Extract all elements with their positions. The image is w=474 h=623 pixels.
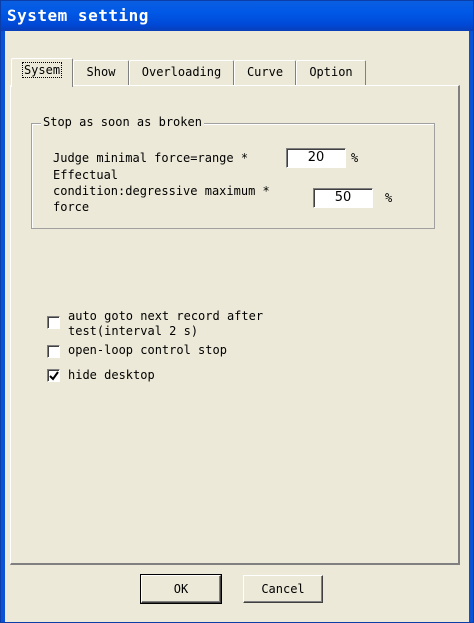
tab-sysem[interactable]: Sysem	[11, 58, 73, 87]
effectual-label-line2: condition:degressive maximum *	[53, 184, 270, 198]
groupbox-title: Stop as soon as broken	[41, 115, 204, 129]
auto-goto-next-checkbox[interactable]	[47, 316, 60, 329]
judge-force-input[interactable]: 20	[286, 148, 346, 168]
window-left-border	[1, 31, 5, 622]
tab-overloading[interactable]: Overloading	[129, 60, 234, 85]
tab-option[interactable]: Option	[296, 60, 366, 85]
effectual-label-line3: force	[53, 200, 90, 214]
hide-desktop-checkbox[interactable]	[47, 369, 60, 382]
hide-desktop-label: hide desktop	[68, 368, 155, 382]
window-title: System setting	[1, 1, 473, 31]
system-setting-dialog: System setting Sysem Show Overloading Cu…	[0, 0, 474, 623]
auto-goto-next-label-line1: auto goto next record after	[68, 309, 264, 323]
effectual-force-unit: %	[385, 191, 393, 205]
checkmark-icon	[49, 371, 59, 381]
window-right-border	[469, 31, 473, 622]
tab-show[interactable]: Show	[73, 60, 129, 85]
cancel-button[interactable]: Cancel	[243, 575, 323, 603]
judge-force-label: Judge minimal force=range *	[53, 151, 249, 165]
auto-goto-next-label-line2: test(interval 2 s)	[68, 324, 199, 338]
judge-force-unit: %	[351, 151, 359, 165]
ok-button[interactable]: OK	[140, 574, 222, 604]
open-loop-stop-checkbox[interactable]	[47, 345, 60, 358]
effectual-force-input[interactable]: 50	[313, 188, 373, 208]
effectual-label-line1: Effectual	[53, 168, 119, 182]
open-loop-stop-label: open-loop control stop	[68, 343, 227, 357]
tab-curve[interactable]: Curve	[234, 60, 296, 85]
